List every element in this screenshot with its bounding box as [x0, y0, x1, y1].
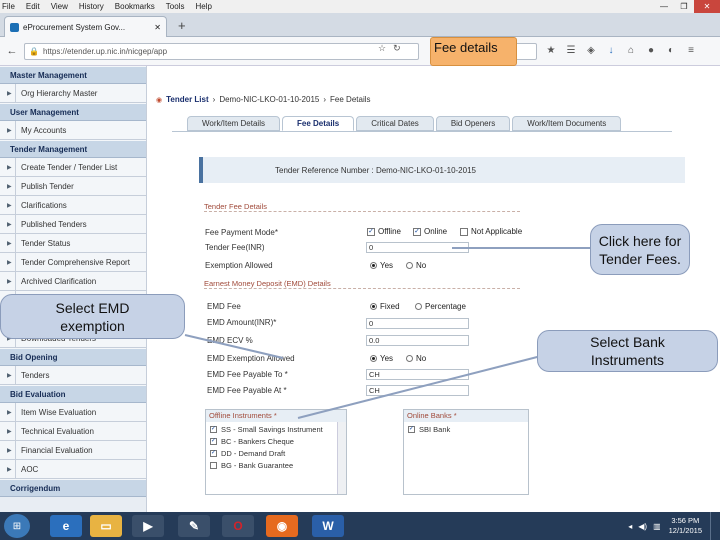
windows-taskbar: ⊞ e ▭ ▶ ✎ O ◉ W ◂ ◀) ▥ 3:56 PM 12/1/2015 — [0, 512, 720, 540]
file-explorer-icon[interactable]: ▭ — [90, 515, 122, 537]
network-icon[interactable]: ▥ — [653, 522, 661, 531]
word-icon[interactable]: W — [312, 515, 344, 537]
opera-icon[interactable]: O — [222, 515, 254, 537]
fee-details-callout: Fee details — [430, 37, 517, 66]
media-player-icon[interactable]: ▶ — [132, 515, 164, 537]
internet-explorer-icon[interactable]: e — [50, 515, 82, 537]
show-desktop-button[interactable] — [710, 512, 720, 540]
clock[interactable]: 3:56 PM 12/1/2015 — [669, 516, 702, 536]
paint-icon[interactable]: ✎ — [178, 515, 210, 537]
system-tray: ◂ ◀) ▥ 3:56 PM 12/1/2015 — [628, 512, 720, 540]
start-button-icon[interactable]: ⊞ — [4, 514, 30, 538]
emd-exemption-callout: Select EMD exemption — [0, 294, 185, 339]
tender-fees-callout: Click here for Tender Fees. — [590, 224, 690, 275]
volume-icon[interactable]: ◀) — [638, 522, 647, 531]
tray-arrow-icon[interactable]: ◂ — [628, 522, 632, 531]
firefox-icon[interactable]: ◉ — [266, 515, 298, 537]
bank-instruments-callout: Select Bank Instruments — [537, 330, 718, 372]
